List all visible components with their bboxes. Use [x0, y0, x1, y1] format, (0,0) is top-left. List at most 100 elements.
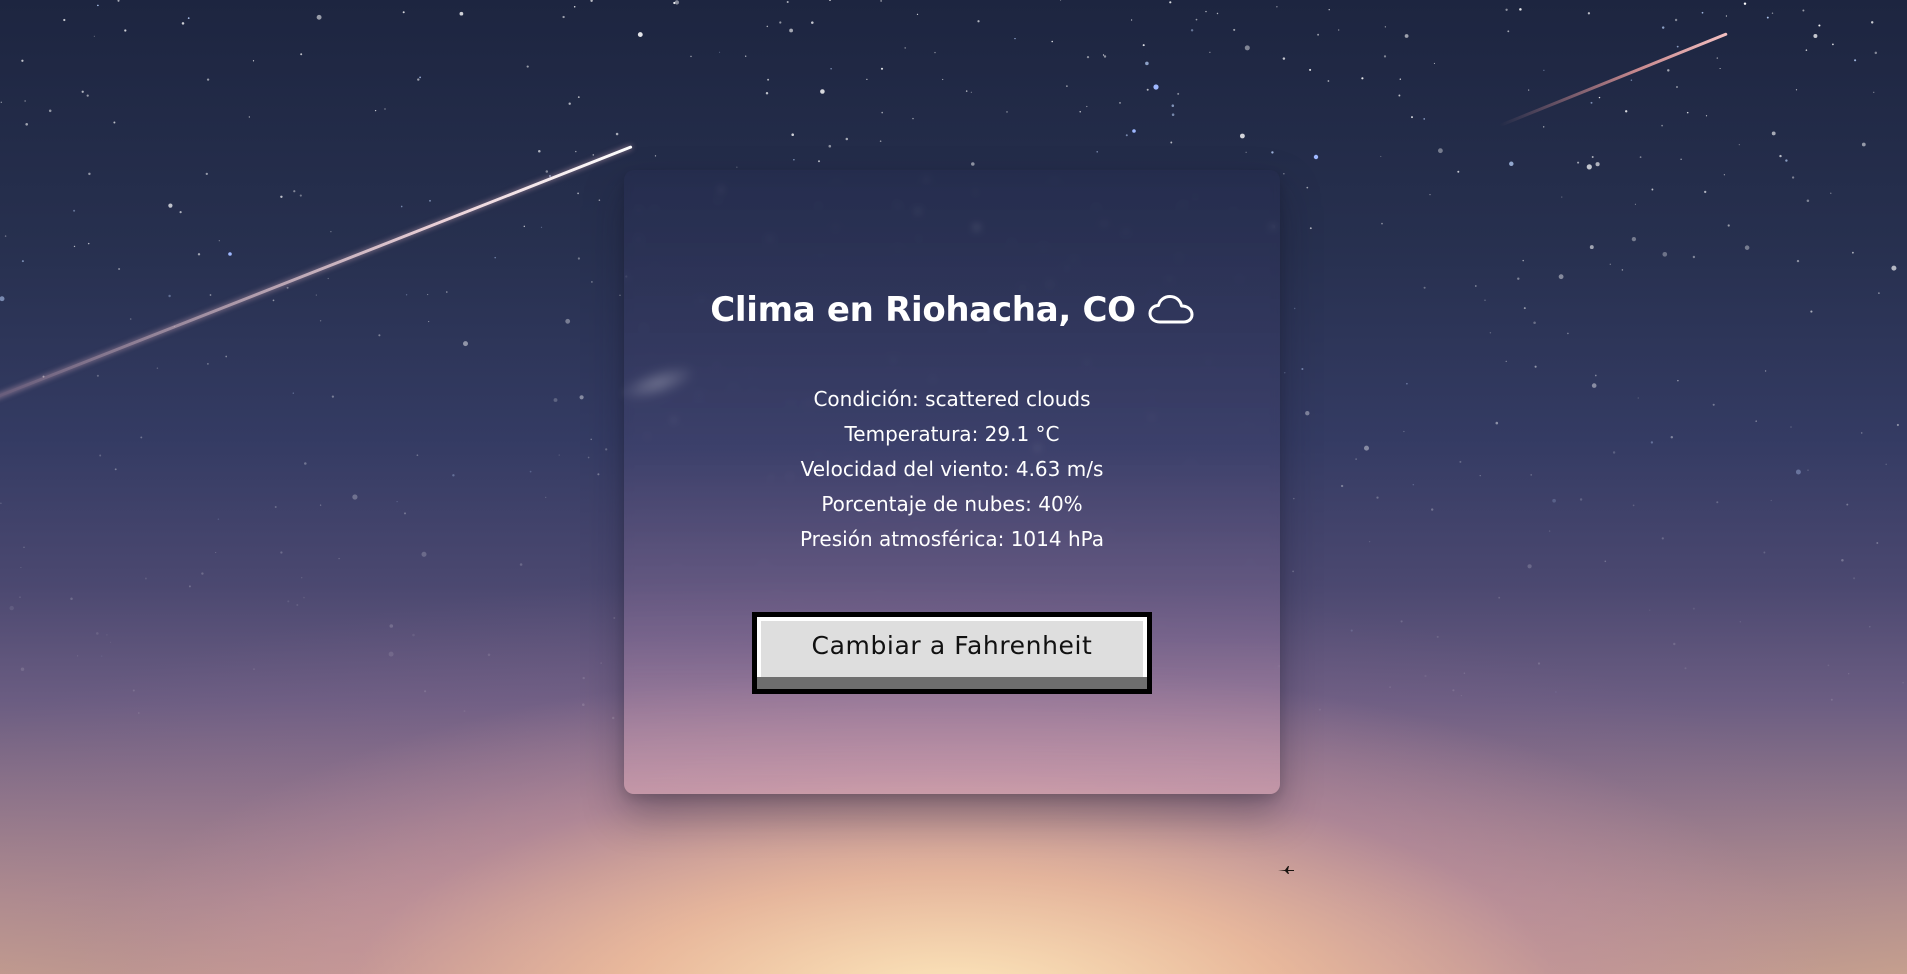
star: [1403, 430, 1405, 433]
star: [1424, 674, 1427, 678]
star: [402, 11, 405, 14]
star: [300, 53, 303, 56]
temperature-text: Temperatura: 29.1 °C: [844, 422, 1060, 446]
star: [63, 18, 66, 22]
star: [20, 667, 25, 671]
star: [1530, 474, 1533, 476]
star: [1328, 9, 1330, 11]
star: [1854, 59, 1857, 62]
star: [829, 0, 831, 1]
star: [412, 633, 415, 637]
star: [1701, 11, 1704, 14]
bright-star: [1153, 84, 1159, 90]
star: [1676, 45, 1679, 48]
star: [1146, 88, 1149, 91]
star: [1727, 224, 1730, 227]
star: [452, 474, 455, 477]
star: [1806, 199, 1810, 202]
weather-card: Clima en Riohacha, CO Condición: scatter…: [624, 170, 1280, 794]
star: [1380, 155, 1382, 157]
star: [1452, 689, 1455, 692]
star: [1771, 12, 1774, 14]
star: [1577, 161, 1580, 164]
star: [654, 155, 657, 157]
star: [1674, 18, 1678, 22]
star: [330, 231, 332, 233]
star: [384, 108, 386, 110]
star: [1670, 435, 1674, 439]
star: [459, 11, 464, 16]
star: [187, 17, 190, 19]
star: [1404, 34, 1409, 38]
star: [1673, 642, 1676, 646]
star: [1591, 383, 1597, 388]
star: [582, 703, 585, 706]
star: [1902, 681, 1904, 684]
star: [88, 172, 91, 176]
star: [124, 29, 127, 32]
star: [1848, 673, 1850, 675]
star: [568, 102, 571, 105]
star: [1579, 498, 1583, 501]
star: [327, 277, 329, 280]
star: [1292, 570, 1294, 573]
star: [1621, 269, 1624, 271]
star: [1807, 469, 1809, 472]
star: [1686, 111, 1689, 114]
star: [577, 192, 579, 195]
star: [1131, 19, 1133, 21]
star: [879, 140, 882, 143]
star: [97, 4, 99, 7]
toggle-units-button-face[interactable]: Cambiar a Fahrenheit: [757, 617, 1147, 689]
star: [331, 395, 335, 398]
star: [1831, 43, 1834, 46]
star: [1205, 10, 1207, 13]
star: [1216, 12, 1219, 15]
star: [1830, 698, 1833, 701]
star: [1586, 164, 1592, 170]
star: [129, 318, 132, 320]
star: [352, 494, 358, 500]
star: [1795, 89, 1798, 91]
star: [301, 577, 303, 579]
star: [388, 651, 394, 657]
star: [866, 78, 868, 81]
star: [21, 59, 24, 62]
star: [1763, 551, 1766, 554]
star: [319, 320, 322, 322]
star: [1171, 113, 1175, 116]
star: [303, 596, 305, 599]
star: [93, 35, 95, 37]
star: [1412, 483, 1415, 486]
star: [1400, 620, 1403, 623]
toggle-units-button-label[interactable]: Cambiar a Fahrenheit: [761, 631, 1143, 660]
star: [1705, 115, 1708, 117]
star: [977, 20, 980, 23]
star: [272, 299, 275, 302]
star: [1841, 559, 1844, 562]
star: [1561, 196, 1563, 198]
button-bottom-shadow: [757, 677, 1147, 689]
star: [1233, 28, 1236, 31]
star: [1284, 372, 1286, 374]
star: [1770, 499, 1772, 502]
toggle-units-button[interactable]: Cambiar a Fahrenheit: [752, 612, 1152, 694]
star: [789, 28, 794, 33]
star: [429, 199, 431, 202]
star: [24, 100, 26, 102]
star: [20, 566, 22, 569]
star: [404, 512, 406, 515]
star: [1436, 635, 1439, 638]
star: [1431, 508, 1434, 511]
star: [1637, 397, 1639, 399]
star: [904, 47, 907, 49]
star: [1293, 307, 1296, 310]
star: [156, 367, 159, 369]
star: [1006, 111, 1008, 113]
star: [1684, 667, 1687, 670]
star: [1459, 460, 1462, 463]
star: [1869, 626, 1871, 628]
star: [1661, 537, 1664, 540]
star: [1548, 530, 1551, 532]
star: [1861, 142, 1866, 147]
